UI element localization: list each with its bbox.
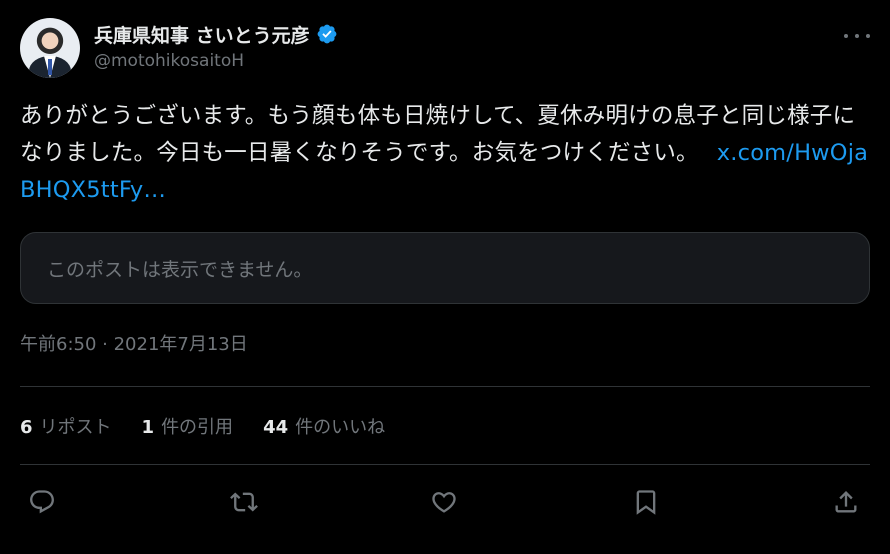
tweet-header: 兵庫県知事 さいとう元彦 @motohikosaitoH xyxy=(20,16,870,80)
verified-badge-icon[interactable] xyxy=(316,23,338,45)
more-icon[interactable] xyxy=(844,26,870,46)
quotes-stat[interactable]: 1 件の引用 xyxy=(142,413,234,439)
quotes-label: 件の引用 xyxy=(161,417,234,438)
share-icon xyxy=(835,491,857,513)
likes-count: 44 xyxy=(263,417,289,438)
reposts-label: リポスト xyxy=(39,417,112,438)
like-button[interactable] xyxy=(424,482,464,522)
divider xyxy=(20,386,870,387)
unavailable-quoted-post: このポストは表示できません。 xyxy=(20,232,870,304)
share-button[interactable] xyxy=(826,482,866,522)
tweet-text: ありがとうございます。もう顔も体も日焼けして、夏休み明けの息子と同じ様子になりま… xyxy=(20,98,870,209)
avatar[interactable] xyxy=(20,18,80,78)
repost-icon xyxy=(230,492,258,512)
author-info: 兵庫県知事 さいとう元彦 @motohikosaitoH xyxy=(94,20,338,71)
likes-stat[interactable]: 44 件のいいね xyxy=(263,413,385,439)
reply-button[interactable] xyxy=(22,482,62,522)
bookmark-button[interactable] xyxy=(626,482,666,522)
engagement-stats: 6 リポスト 1 件の引用 44 件のいいね xyxy=(20,413,385,439)
tweet-detail: 兵庫県知事 さいとう元彦 @motohikosaitoH ありがとうございます。… xyxy=(0,0,890,554)
display-name[interactable]: 兵庫県知事 さいとう元彦 xyxy=(94,21,310,48)
divider xyxy=(20,464,870,465)
likes-label: 件のいいね xyxy=(295,417,386,438)
repost-button[interactable] xyxy=(224,482,264,522)
reply-icon xyxy=(30,490,54,514)
bookmark-icon xyxy=(636,490,656,515)
action-bar xyxy=(20,482,870,522)
unavailable-message: このポストは表示できません。 xyxy=(47,258,313,281)
reposts-stat[interactable]: 6 リポスト xyxy=(20,413,112,439)
reposts-count: 6 xyxy=(20,417,33,438)
user-handle[interactable]: @motohikosaitoH xyxy=(94,51,338,71)
tweet-timestamp[interactable]: 午前6:50 · 2021年7月13日 xyxy=(20,330,248,356)
like-icon xyxy=(432,492,456,513)
quotes-count: 1 xyxy=(141,417,155,438)
